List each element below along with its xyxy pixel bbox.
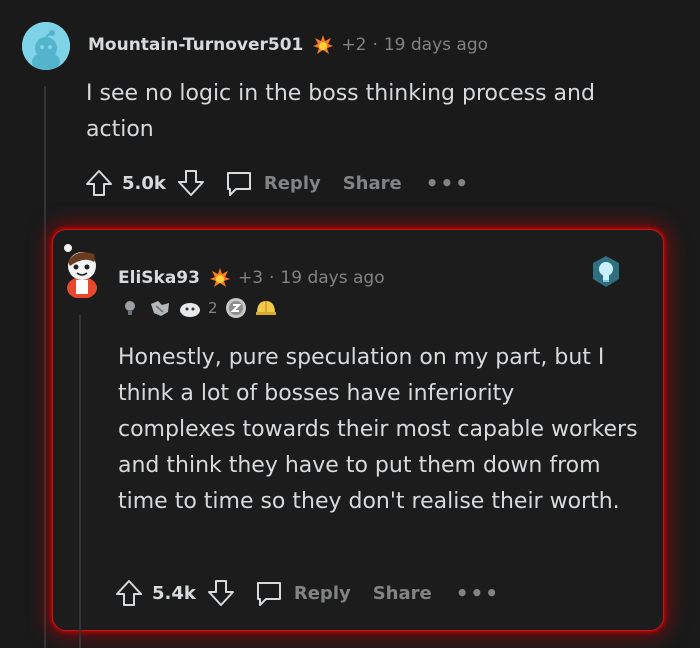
share-button[interactable]: Share [343, 173, 402, 194]
avatar-eliska93[interactable] [56, 240, 108, 298]
reply-label: Reply [263, 172, 321, 194]
lightbulb-award-icon[interactable] [588, 254, 624, 290]
comment-body: Honestly, pure speculation on my part, b… [118, 345, 638, 514]
bulb-award-icon[interactable] [118, 296, 142, 320]
helmet-award-icon[interactable] [254, 296, 278, 320]
karma-tag: +3 [237, 268, 264, 288]
award-count: 2 [208, 299, 218, 317]
flame-award-icon [208, 266, 232, 290]
more-options-button[interactable]: ••• [456, 581, 500, 605]
snoo-avatar-icon [22, 22, 70, 70]
timestamp[interactable]: 19 days ago [280, 268, 384, 288]
thread-line [44, 86, 46, 648]
username[interactable]: Mountain-Turnover501 [88, 35, 303, 55]
karma-tag: +2 [341, 35, 367, 55]
comment-bubble-icon [224, 168, 254, 198]
snoo-avatar-icon [64, 244, 97, 298]
vote-count: 5.4k [152, 582, 196, 604]
reply-label: Reply [293, 582, 351, 604]
downvote-icon[interactable] [206, 578, 236, 608]
flame-award-icon [311, 33, 335, 57]
silver-award-icon[interactable] [224, 296, 248, 320]
separator-dot: · [269, 268, 275, 288]
timestamp[interactable]: 19 days ago [384, 35, 488, 55]
thread-line [79, 315, 81, 648]
comment-body: I see no logic in the boss thinking proc… [86, 81, 595, 142]
downvote-icon[interactable] [176, 168, 206, 198]
comment-meta: Mountain-Turnover501 +2 · 19 days ago [88, 33, 488, 57]
comment-bubble-icon [254, 578, 284, 608]
username[interactable]: EliSka93 [118, 268, 200, 288]
comment-meta: EliSka93 +3 · 19 days ago [118, 266, 385, 290]
vote-count: 5.0k [122, 172, 166, 194]
reply-button[interactable]: Reply [224, 168, 321, 198]
upvote-icon[interactable] [84, 168, 114, 198]
share-button[interactable]: Share [373, 583, 432, 604]
reply-button[interactable]: Reply [254, 578, 351, 608]
more-options-button[interactable]: ••• [426, 171, 470, 195]
reaction-award-icon[interactable] [178, 296, 202, 320]
avatar-mountain-turnover501[interactable] [22, 22, 70, 70]
comment-actions: 5.4k Reply Share ••• [114, 578, 500, 608]
upvote-icon[interactable] [114, 578, 144, 608]
awards-row: 2 [118, 296, 278, 320]
separator-dot: · [372, 35, 378, 55]
handshake-award-icon[interactable] [148, 296, 172, 320]
comment-actions: 5.0k Reply Share ••• [84, 168, 470, 198]
